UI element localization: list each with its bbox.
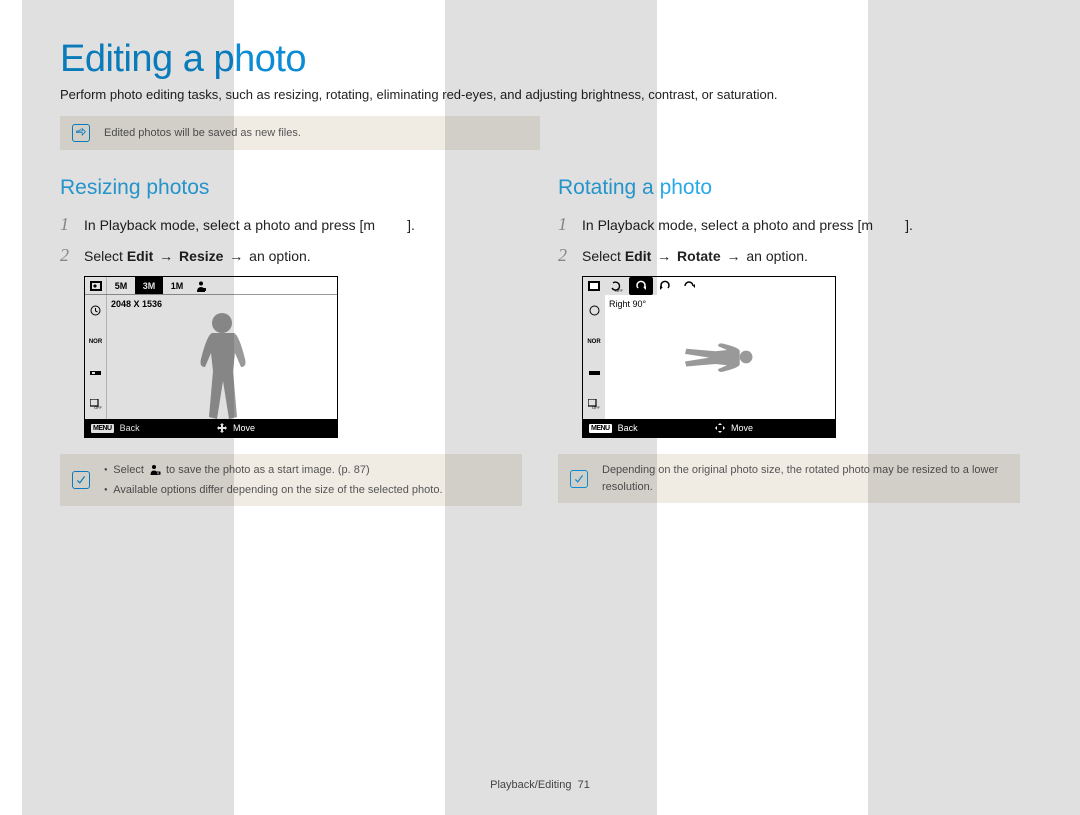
exposure-icon (583, 357, 605, 388)
screen-sidebar: NOR OFF (583, 295, 605, 419)
back-label: Back (618, 423, 638, 433)
person-silhouette-rotated (685, 292, 755, 422)
nor-icon: NOR (583, 326, 605, 357)
resize-mode-icon (583, 277, 605, 295)
svg-text:OFF: OFF (592, 405, 600, 409)
footer-section: Playback/Editing (490, 779, 571, 791)
screen-preview: Right 90° (605, 295, 835, 419)
svg-text:OFF: OFF (615, 288, 624, 292)
clock-icon (583, 295, 605, 326)
footer-page-number: 71 (578, 779, 590, 791)
note-icon (570, 470, 588, 488)
page-footer: Playback/Editing 71 (0, 779, 1080, 791)
rotate-right-icon (629, 277, 653, 295)
move-icon (715, 423, 725, 433)
rotate-left-icon (653, 277, 677, 295)
rotate-label-text: Right 90° (609, 299, 646, 309)
move-label: Move (731, 423, 753, 433)
rotating-section: Rotating a photo 1 In Playback mode, sel… (558, 176, 1020, 532)
menu-chip: MENU (589, 424, 612, 433)
rotate-off-icon: OFF (605, 277, 629, 295)
grey-bg (0, 0, 1080, 815)
off-icon: OFF (583, 388, 605, 419)
rotate-camera-screen: OFF NOR OFF Right 90° (582, 276, 836, 438)
